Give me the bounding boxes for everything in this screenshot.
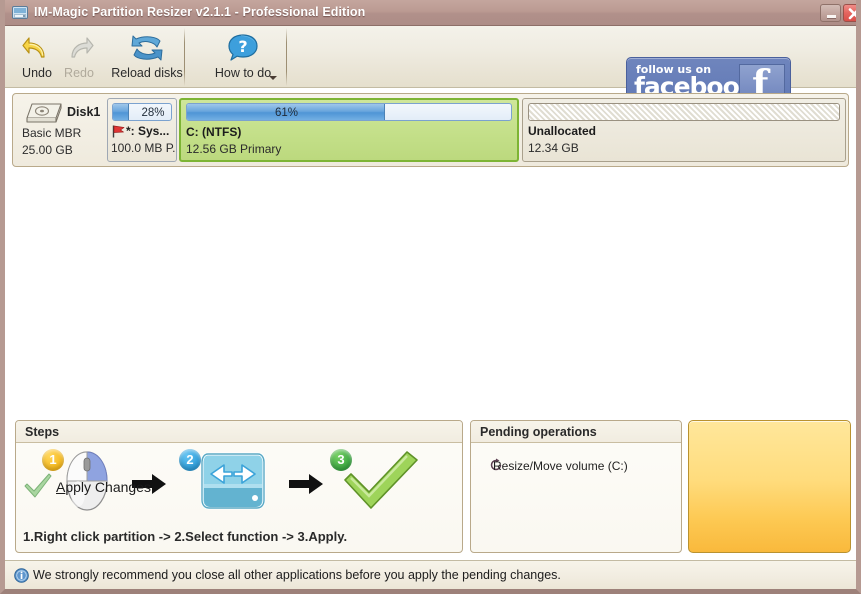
title-bar: IM-Magic Partition Resizer v2.1.1 - Prof… [5,0,856,26]
help-question-icon: ? [227,32,259,64]
pending-operations-panel: Pending operations [470,420,682,553]
undo-label: Undo [22,66,52,80]
window-title: IM-Magic Partition Resizer v2.1.1 - Prof… [34,5,366,19]
disk-map-panel: Disk1 Basic MBR 25.00 GB 28% *: Sys... 1… [12,93,849,167]
info-icon [14,568,29,586]
toolbar: Undo Redo Reload disks ? How to do follo… [5,26,856,111]
partition-usage-bar: 28% [112,103,172,121]
toolbar-separator [286,28,287,86]
disk-app-icon [12,5,28,20]
step-badge-3: 3 [330,449,352,471]
status-bar: We strongly recommend you close all othe… [5,560,856,589]
usage-percent-label: 61% [274,107,299,119]
apply-changes-label: Apply Changes [56,479,151,495]
reload-disks-icon [130,32,164,64]
partition-usage-bar: 61% [186,103,512,121]
red-flag-icon [111,124,126,142]
partition-label: *: Sys... [126,124,170,138]
partition-sublabel: 100.0 MB P. [111,141,176,155]
partition-sublabel: 12.56 GB Primary [186,142,282,156]
reload-disks-button[interactable]: Reload disks [99,30,195,84]
undo-arrow-icon [22,32,52,64]
disk-type: Basic MBR [22,126,82,140]
redo-button[interactable]: Redo [53,30,105,84]
svg-text:?: ? [238,37,247,56]
partition-c-drive[interactable]: 61% C: (NTFS) 12.56 GB Primary [179,98,519,162]
steps-title: Steps [25,425,60,439]
step-arrow-2-icon [289,472,327,499]
pending-operation-item[interactable]: Resize/Move volume (C:) [493,459,628,473]
minimize-button[interactable] [820,4,841,22]
steps-caption: 1.Right click partition -> 2.Select func… [23,529,348,544]
hard-disk-icon [23,102,65,129]
apply-label-rest: pply Changes [65,479,151,495]
partition-label: C: (NTFS) [186,125,242,139]
apply-check-icon [23,473,53,502]
chevron-down-icon[interactable] [269,76,277,80]
close-icon [848,8,856,20]
status-message: We strongly recommend you close all othe… [33,568,561,582]
how-to-do-label: How to do [214,66,272,80]
partition-sublabel: 12.34 GB [528,141,579,155]
step-badge-2: 2 [179,449,201,471]
close-button[interactable] [843,4,856,22]
apply-changes-button[interactable] [688,420,851,553]
redo-arrow-icon [64,32,94,64]
steps-header [16,421,462,443]
redo-label: Redo [64,66,94,80]
resize-volume-icon [198,450,268,515]
usage-percent-label: 28% [141,107,165,119]
apply-accel-letter: A [56,479,66,495]
reload-disks-label: Reload disks [111,66,183,80]
partition-unallocated[interactable]: Unallocated 12.34 GB [522,98,846,162]
partition-label: Unallocated [528,124,597,138]
unallocated-bar [528,103,840,121]
usage-fill [113,104,130,120]
disk-size: 25.00 GB [22,143,73,157]
main-canvas [5,170,856,413]
app-window: IM-Magic Partition Resizer v2.1.1 - Prof… [0,0,861,594]
step-badge-1: 1 [42,449,64,471]
disk-name: Disk1 [67,105,101,119]
partition-system[interactable]: 28% *: Sys... 100.0 MB P. [107,98,177,162]
pending-title: Pending operations [480,425,597,439]
